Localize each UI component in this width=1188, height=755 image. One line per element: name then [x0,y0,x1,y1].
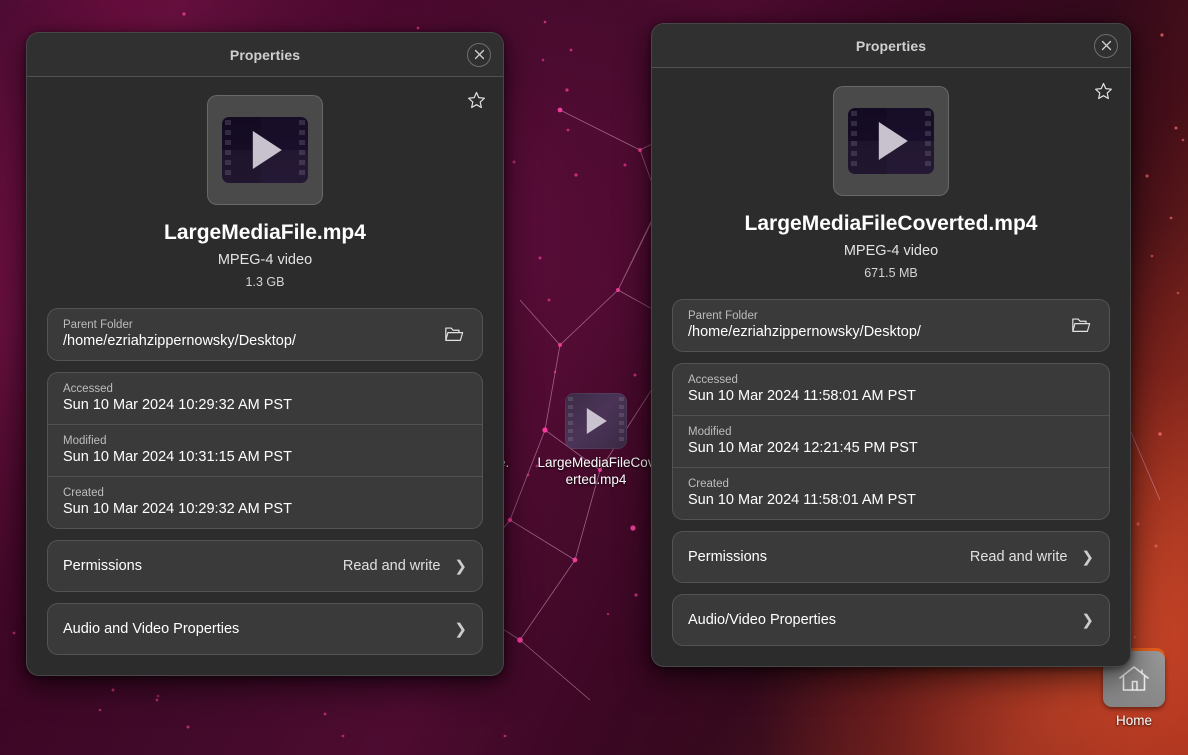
accessed-label: Accessed [688,374,738,386]
modified-label: Modified [688,426,732,438]
modified-label: Modified [63,435,107,447]
created-label: Created [63,487,104,499]
permissions-card: Permissions Read and write ❯ [672,531,1110,583]
close-icon[interactable] [467,42,491,67]
permissions-label: Permissions [63,558,142,574]
desktop-icon-label: Home [1115,713,1152,728]
av-properties-row[interactable]: Audio/Video Properties ❯ [673,595,1109,645]
permissions-value: Read and write [969,549,1068,565]
filmstrip-perforation-left [851,111,857,171]
file-type: MPEG-4 video [843,243,939,259]
parent-folder-row[interactable]: Parent Folder /home/ezriahzippernowsky/D… [48,309,482,360]
filmstrip-perforation-right [619,397,624,445]
star-icon[interactable] [463,87,489,113]
desktop: e. LargeMediaFileCoverted.mp4 Home Prope… [0,0,1188,755]
file-thumbnail-video-file-icon [207,95,323,205]
parent-folder-value: /home/ezriahzippernowsky/Desktop/ [63,333,296,349]
filmstrip-perforation-right [299,120,305,180]
properties-dialog-large-media-file-coverted: Properties LargeMediaFileCoverted.mp4 MP… [651,23,1131,667]
chevron-right-icon: ❯ [1081,611,1094,629]
parent-folder-label: Parent Folder [63,319,133,331]
accessed-row: Accessed Sun 10 Mar 2024 11:58:01 AM PST [673,364,1109,415]
dialog-title: Properties [855,37,927,54]
filmstrip-perforation-left [568,397,573,445]
accessed-value: Sun 10 Mar 2024 11:58:01 AM PST [688,388,916,404]
play-triangle-icon [586,408,607,434]
filmstrip-perforation-left [225,120,231,180]
video-file-icon [565,393,627,449]
permissions-row[interactable]: Permissions Read and write ❯ [673,532,1109,582]
parent-folder-card: Parent Folder /home/ezriahzippernowsky/D… [47,308,483,361]
created-value: Sun 10 Mar 2024 10:29:32 AM PST [63,501,292,517]
filmstrip-perforation-right [925,111,931,171]
properties-dialog-large-media-file: Properties LargeMediaFile.mp4 MPEG-4 vid… [26,32,504,676]
created-row: Created Sun 10 Mar 2024 10:29:32 AM PST [48,476,482,528]
created-value: Sun 10 Mar 2024 11:58:01 AM PST [688,492,916,508]
modified-row: Modified Sun 10 Mar 2024 12:21:45 PM PST [673,415,1109,467]
created-row: Created Sun 10 Mar 2024 11:58:01 AM PST [673,467,1109,519]
parent-folder-row[interactable]: Parent Folder /home/ezriahzippernowsky/D… [673,300,1109,351]
dialog-body: LargeMediaFile.mp4 MPEG-4 video 1.3 GB P… [27,77,503,675]
desktop-icon-large-media-file-coverted[interactable]: LargeMediaFileCoverted.mp4 [537,393,655,488]
accessed-row: Accessed Sun 10 Mar 2024 10:29:32 AM PST [48,373,482,424]
modified-row: Modified Sun 10 Mar 2024 10:31:15 AM PST [48,424,482,476]
av-properties-card: Audio and Video Properties ❯ [47,603,483,655]
timestamps-card: Accessed Sun 10 Mar 2024 11:58:01 AM PST… [672,363,1110,520]
file-type: MPEG-4 video [217,252,313,268]
play-triangle-icon [878,122,908,160]
open-folder-icon[interactable] [1068,312,1094,338]
file-name: LargeMediaFile.mp4 [164,221,366,244]
modified-value: Sun 10 Mar 2024 10:31:15 AM PST [63,449,292,465]
close-icon[interactable] [1094,33,1118,58]
parent-folder-card: Parent Folder /home/ezriahzippernowsky/D… [672,299,1110,352]
dialog-titlebar[interactable]: Properties [652,24,1130,68]
dialog-body: LargeMediaFileCoverted.mp4 MPEG-4 video … [652,68,1130,666]
av-properties-row[interactable]: Audio and Video Properties ❯ [48,604,482,654]
chevron-right-icon: ❯ [1081,548,1094,566]
timestamps-card: Accessed Sun 10 Mar 2024 10:29:32 AM PST… [47,372,483,529]
star-icon[interactable] [1090,78,1116,104]
created-label: Created [688,478,729,490]
permissions-label: Permissions [688,549,767,565]
av-properties-label: Audio and Video Properties [63,621,240,637]
parent-folder-value: /home/ezriahzippernowsky/Desktop/ [688,324,921,340]
file-name: LargeMediaFileCoverted.mp4 [744,212,1038,235]
accessed-label: Accessed [63,383,113,395]
permissions-row[interactable]: Permissions Read and write ❯ [48,541,482,591]
play-triangle-icon [252,131,282,169]
open-folder-icon[interactable] [441,321,467,347]
modified-value: Sun 10 Mar 2024 12:21:45 PM PST [688,440,918,456]
file-thumbnail-video-file-icon [833,86,949,196]
accessed-value: Sun 10 Mar 2024 10:29:32 AM PST [63,397,292,413]
av-properties-label: Audio/Video Properties [688,612,837,628]
av-properties-card: Audio/Video Properties ❯ [672,594,1110,646]
parent-folder-label: Parent Folder [688,310,758,322]
chevron-right-icon: ❯ [454,557,467,575]
dialog-title: Properties [229,46,301,63]
chevron-right-icon: ❯ [454,620,467,638]
file-size: 1.3 GB [245,275,285,289]
permissions-card: Permissions Read and write ❯ [47,540,483,592]
desktop-icon-label: LargeMediaFileCoverted.mp4 [537,455,655,487]
dialog-titlebar[interactable]: Properties [27,33,503,77]
permissions-value: Read and write [342,558,441,574]
file-size: 671.5 MB [864,266,918,280]
